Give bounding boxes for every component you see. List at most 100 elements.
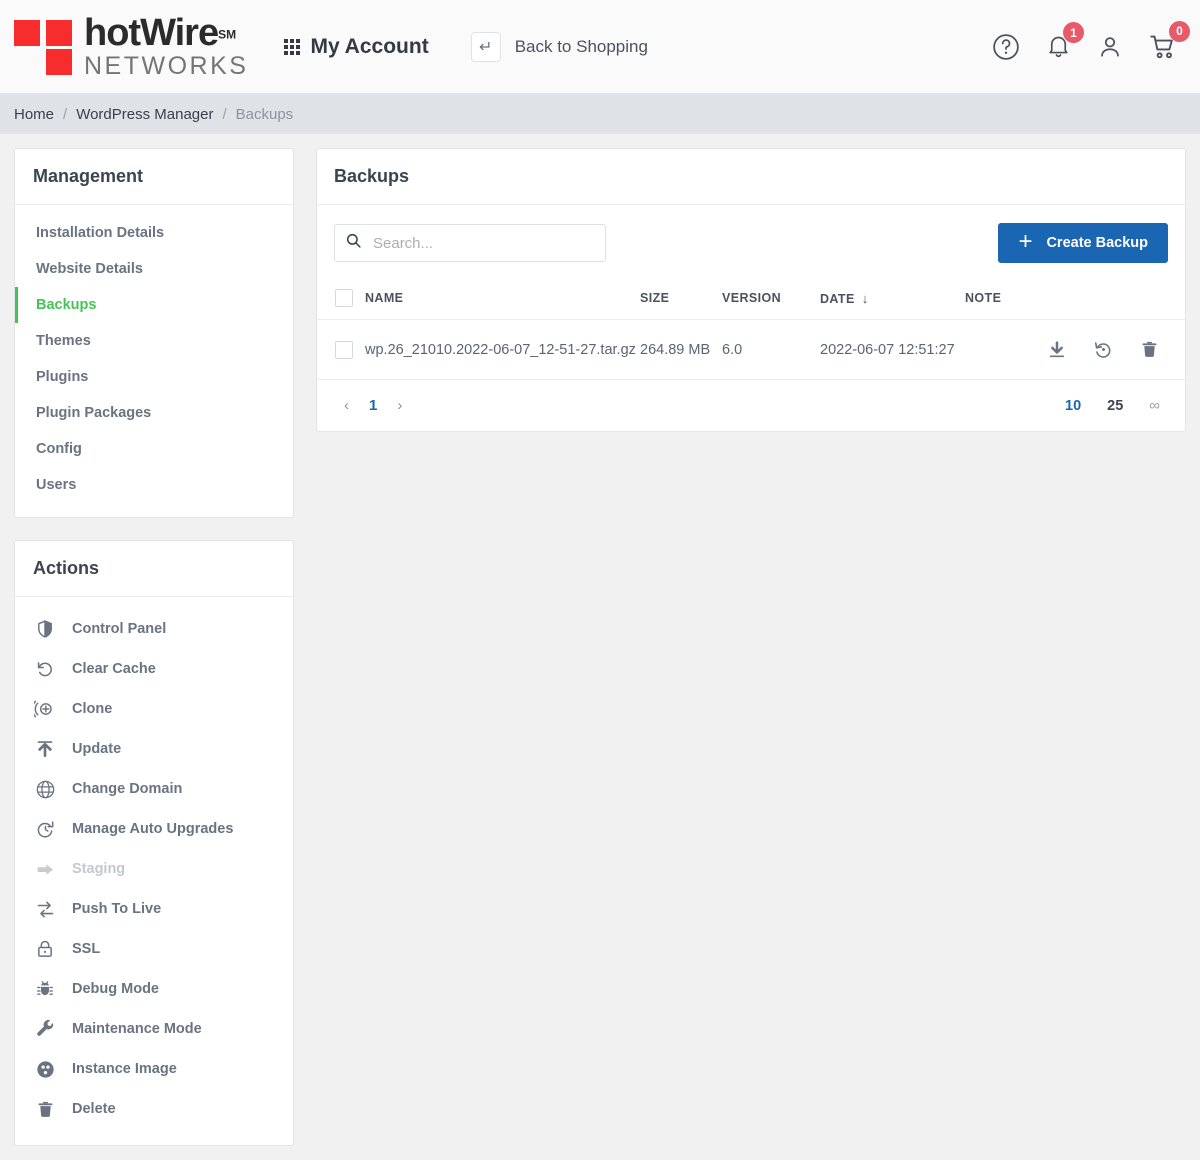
action-debug-mode[interactable]: Debug Mode: [15, 969, 293, 1009]
trash-icon[interactable]: [1140, 340, 1159, 359]
upload-arrow-icon: [33, 737, 57, 761]
column-header-version[interactable]: VERSION: [722, 277, 820, 320]
management-nav: Installation Details Website Details Bac…: [15, 205, 293, 517]
user-icon[interactable]: [1096, 33, 1124, 61]
select-all-checkbox[interactable]: [335, 289, 353, 307]
back-to-shopping-label: Back to Shopping: [514, 36, 648, 56]
table-header-row: NAME SIZE VERSION DATE ↓ NOTE: [317, 277, 1185, 320]
search-input[interactable]: [371, 233, 595, 253]
cell-version: 6.0: [722, 319, 820, 380]
action-clear-cache[interactable]: Clear Cache: [15, 649, 293, 689]
sidebar-item-themes[interactable]: Themes: [15, 323, 293, 359]
back-to-shopping-button[interactable]: ↵ Back to Shopping: [470, 31, 648, 62]
bell-icon[interactable]: 1: [1045, 22, 1084, 60]
instance-image-icon: [33, 1057, 57, 1081]
backups-table: NAME SIZE VERSION DATE ↓ NOTE wp.26_2101…: [317, 277, 1185, 380]
action-maintenance-mode[interactable]: Maintenance Mode: [15, 1009, 293, 1049]
download-icon[interactable]: [1047, 340, 1067, 360]
pagination-next[interactable]: ›: [387, 393, 412, 418]
clear-cache-icon: [33, 657, 57, 681]
search-box[interactable]: [334, 224, 606, 262]
cell-date: 2022-06-07 12:51:27: [820, 319, 965, 380]
column-header-name[interactable]: NAME: [365, 277, 640, 320]
my-account-button[interactable]: My Account: [284, 34, 429, 59]
action-label: Push To Live: [72, 901, 162, 917]
logo-squares-icon: [14, 16, 74, 78]
sidebar-item-backups[interactable]: Backups: [15, 287, 293, 323]
header-actions: 1 0: [991, 20, 1190, 62]
per-page-10[interactable]: 10: [1057, 394, 1089, 418]
breadcrumb-item-wordpress-manager[interactable]: WordPress Manager: [76, 106, 213, 123]
exchange-arrows-icon: [33, 897, 57, 921]
cart-icon[interactable]: 0: [1148, 20, 1190, 62]
logo-bottom-text: NETWORKS: [84, 52, 249, 80]
action-control-panel[interactable]: Control Panel: [15, 609, 293, 649]
column-header-actions: [1035, 277, 1185, 320]
per-page-all[interactable]: ∞: [1141, 393, 1168, 418]
backups-toolbar: + Create Backup: [317, 205, 1185, 277]
breadcrumb: Home / WordPress Manager / Backups: [0, 94, 1200, 134]
my-account-label: My Account: [310, 34, 429, 58]
action-label: Manage Auto Upgrades: [72, 821, 234, 837]
table-row[interactable]: wp.26_21010.2022-06-07_12-51-27.tar.gz 2…: [317, 319, 1185, 380]
sidebar-item-plugin-packages[interactable]: Plugin Packages: [15, 395, 293, 431]
select-all-header: [317, 277, 365, 320]
per-page-25[interactable]: 25: [1099, 394, 1131, 418]
sidebar-item-website-details[interactable]: Website Details: [15, 251, 293, 287]
column-header-note[interactable]: NOTE: [965, 277, 1035, 320]
sidebar: Management Installation Details Website …: [14, 148, 294, 1146]
lock-icon: [33, 937, 57, 961]
cell-note: [965, 319, 1035, 380]
action-staging: Staging: [15, 849, 293, 889]
trash-icon: [33, 1097, 57, 1121]
action-clone[interactable]: Clone: [15, 689, 293, 729]
action-ssl[interactable]: SSL: [15, 929, 293, 969]
plus-icon: +: [1018, 228, 1033, 255]
action-label: Clone: [72, 701, 113, 717]
action-label: Maintenance Mode: [72, 1021, 202, 1037]
breadcrumb-item-home[interactable]: Home: [14, 106, 54, 123]
action-instance-image[interactable]: Instance Image: [15, 1049, 293, 1089]
action-label: Staging: [72, 861, 126, 877]
clone-icon: [33, 697, 57, 721]
action-label: Delete: [72, 1101, 116, 1117]
pagination-page-1[interactable]: 1: [359, 393, 387, 418]
create-backup-button[interactable]: + Create Backup: [998, 223, 1168, 263]
action-push-to-live[interactable]: Push To Live: [15, 889, 293, 929]
table-header: NAME SIZE VERSION DATE ↓ NOTE: [317, 277, 1185, 320]
action-update[interactable]: Update: [15, 729, 293, 769]
row-checkbox[interactable]: [335, 340, 353, 359]
sidebar-item-config[interactable]: Config: [15, 431, 293, 467]
action-label: Clear Cache: [72, 661, 156, 677]
sidebar-item-users[interactable]: Users: [15, 467, 293, 503]
brand-logo[interactable]: hotWireSM NETWORKS: [14, 14, 248, 79]
breadcrumb-separator: /: [222, 105, 227, 123]
actions-panel-title: Actions: [15, 541, 293, 597]
cell-size: 264.89 MB: [640, 319, 722, 380]
grid-icon: [284, 38, 301, 55]
sidebar-item-installation-details[interactable]: Installation Details: [15, 215, 293, 251]
top-header-bar: hotWireSM NETWORKS My Account ↵ Back to …: [0, 0, 1200, 94]
actions-panel: Actions Control Panel Clear Cache Clone …: [14, 540, 294, 1146]
management-panel: Management Installation Details Website …: [14, 148, 294, 518]
row-actions: [1035, 339, 1167, 360]
action-label: Update: [72, 741, 122, 757]
restore-icon[interactable]: [1093, 339, 1114, 360]
action-manage-auto-upgrades[interactable]: Manage Auto Upgrades: [15, 809, 293, 849]
action-label: Change Domain: [72, 781, 183, 797]
column-header-size[interactable]: SIZE: [640, 277, 722, 320]
pagination-prev[interactable]: ‹: [334, 393, 359, 418]
breadcrumb-separator: /: [63, 105, 68, 123]
help-circle-icon[interactable]: [991, 32, 1021, 62]
main-content: Backups + Create Backup: [316, 148, 1186, 432]
page-title: Backups: [317, 149, 1185, 205]
column-header-date[interactable]: DATE ↓: [820, 277, 965, 320]
column-header-date-label: DATE: [820, 291, 855, 306]
action-label: Debug Mode: [72, 981, 159, 997]
management-panel-title: Management: [15, 149, 293, 205]
action-label: SSL: [72, 941, 101, 957]
row-actions-cell: [1035, 319, 1185, 380]
action-delete[interactable]: Delete: [15, 1089, 293, 1129]
action-change-domain[interactable]: Change Domain: [15, 769, 293, 809]
sidebar-item-plugins[interactable]: Plugins: [15, 359, 293, 395]
